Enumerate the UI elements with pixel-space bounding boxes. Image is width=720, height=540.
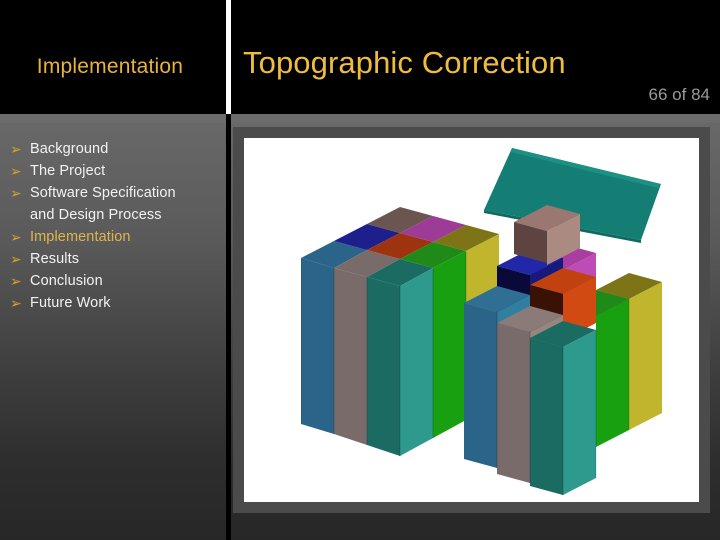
page-title: Topographic Correction: [243, 45, 566, 80]
sidebar-item-label: The Project: [30, 163, 106, 179]
sidebar-item-label: Future Work: [30, 295, 111, 311]
sidebar-item-background[interactable]: ➢ Background: [0, 138, 222, 160]
sidebar-item-label: Software Specification: [30, 185, 176, 201]
sidebar-item-label: Implementation: [30, 229, 131, 245]
sidebar-item-label: Results: [30, 251, 80, 267]
sidebar-item-implementation[interactable]: ➢ Implementation: [0, 226, 222, 248]
arrow-bullet-icon: ➢: [10, 185, 22, 201]
figure-canvas: [244, 138, 699, 502]
sidebar-item-the-project[interactable]: ➢ The Project: [0, 160, 222, 182]
arrow-bullet-icon: ➢: [10, 295, 22, 311]
topographic-correction-figure: [301, 148, 662, 495]
sidebar-item-label: and Design Process: [30, 207, 162, 223]
outline-list: ➢ Background ➢ The Project ➢ Software Sp…: [0, 138, 222, 314]
slide-root: Implementation Topographic Correction 66…: [0, 0, 720, 540]
sidebar-item-label: Conclusion: [30, 273, 103, 289]
header-rule-right: [231, 114, 720, 123]
arrow-bullet-icon: ➢: [10, 163, 22, 179]
arrow-bullet-icon: ➢: [10, 141, 22, 157]
sidebar-item-results[interactable]: ➢ Results: [0, 248, 222, 270]
sidebar-item-conclusion[interactable]: ➢ Conclusion: [0, 270, 222, 292]
slide-header: Implementation Topographic Correction 66…: [0, 0, 720, 114]
sidebar-item-software-specification-continued[interactable]: and Design Process: [0, 204, 222, 226]
arrow-bullet-icon: ➢: [10, 273, 22, 289]
arrow-bullet-icon: ➢: [10, 229, 22, 245]
sidebar-item-label: Background: [30, 141, 109, 157]
arrow-bullet-icon: ➢: [10, 251, 22, 267]
page-indicator: 66 of 84: [648, 85, 710, 104]
header-vertical-divider: [226, 0, 231, 114]
figure-panel: [233, 127, 710, 513]
header-rule-left: [0, 114, 226, 123]
sidebar-item-software-specification[interactable]: ➢ Software Specification: [0, 182, 222, 204]
header-section-label: Implementation: [36, 55, 184, 78]
sidebar-item-future-work[interactable]: ➢ Future Work: [0, 292, 222, 314]
